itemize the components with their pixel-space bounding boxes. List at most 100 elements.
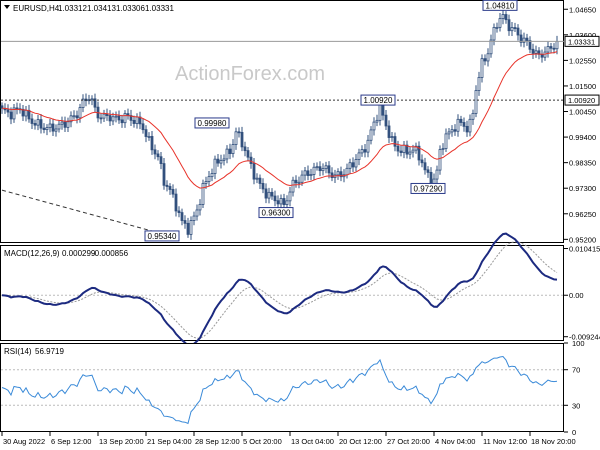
candle-body — [309, 174, 313, 176]
candle-body — [495, 26, 499, 29]
candle-body — [282, 198, 286, 205]
candle-body — [435, 169, 439, 180]
candle-body — [273, 195, 277, 202]
chart: EURUSD,H4 1.03312 1.03413 1.03306 1.0333… — [0, 0, 600, 446]
candle-body — [408, 151, 412, 155]
candle-body — [102, 113, 106, 119]
price-annotation: 1.00920 — [360, 94, 396, 106]
candle-body — [471, 112, 475, 120]
candle-body — [189, 220, 193, 235]
candle-body — [144, 129, 148, 137]
macd-panel: MACD(12,26,9) 0.000299 -0.000856 0.01041… — [0, 232, 600, 347]
candle-body — [39, 119, 43, 129]
candle-body — [366, 139, 370, 153]
candle-body — [492, 27, 496, 41]
price-annotation: 1.04810 — [482, 0, 518, 11]
candle-body — [42, 127, 46, 131]
candle-body — [243, 146, 247, 152]
candle-body — [9, 111, 13, 120]
candle-body — [234, 131, 238, 145]
candle-body — [318, 166, 322, 172]
candle-body — [315, 166, 319, 169]
rsi-tick-label: 100 — [572, 339, 585, 348]
candle-body — [117, 115, 121, 121]
x-tick-label: 18 Nov 20:00 — [531, 437, 576, 446]
candle-body — [513, 27, 517, 29]
candle-body — [198, 204, 202, 211]
candle-body — [90, 98, 94, 101]
candle-body — [261, 183, 265, 190]
candle-body — [462, 122, 466, 127]
candle-body — [381, 103, 385, 116]
candle-body — [135, 116, 139, 124]
candle-body — [48, 123, 52, 129]
macd-info-label: MACD(12,26,9) — [4, 249, 60, 258]
candle-body — [63, 121, 67, 128]
candle-body — [267, 191, 271, 199]
rsi-tick-label: 70 — [572, 366, 580, 375]
candle-body — [363, 149, 367, 153]
rsi-info-value: 56.9719 — [35, 347, 64, 356]
candle-body — [507, 19, 511, 32]
candle-body — [399, 150, 403, 153]
candle-body — [186, 222, 190, 235]
candle-body — [438, 149, 442, 171]
candle-body — [549, 46, 553, 49]
candle-body — [213, 158, 217, 174]
candle-body — [489, 39, 493, 55]
candle-body — [24, 109, 28, 117]
candle-body — [510, 27, 514, 32]
candle-body — [480, 58, 484, 78]
candle-body — [30, 118, 34, 124]
candle-body — [15, 107, 19, 110]
candle-body — [336, 171, 340, 176]
rsi-tick-label: 0 — [572, 428, 576, 437]
rsi-tick-label: 30 — [572, 401, 580, 410]
candle-body — [360, 149, 364, 154]
x-tick-label: 6 Sep 12:00 — [51, 437, 91, 446]
candle-body — [162, 163, 166, 186]
candle-body — [420, 159, 424, 164]
x-tick-label: 5 Oct 20:00 — [243, 437, 282, 446]
candle-body — [66, 121, 70, 128]
candle-body — [111, 116, 115, 122]
candle-body — [222, 158, 226, 161]
price-tick-label: 1.01500 — [569, 82, 596, 91]
macd-axis: 0.0104150.00-0.009244 — [564, 245, 600, 342]
candle-body — [288, 191, 292, 202]
price-annotation: 0.99980 — [194, 117, 230, 129]
candle-body — [372, 121, 376, 131]
macd-info-main: 0.000299 — [62, 249, 96, 258]
candle-body — [312, 166, 316, 175]
price-info-high: 1.03413 — [87, 4, 116, 13]
candle-body — [27, 109, 31, 120]
candle-body — [153, 149, 157, 155]
candle-body — [132, 119, 136, 124]
x-tick-label: 28 Sep 12:00 — [195, 437, 240, 446]
candle-body — [477, 77, 481, 91]
candle-body — [354, 159, 358, 168]
candle-body — [534, 50, 538, 54]
macd-tick-label: 0.00 — [569, 291, 584, 300]
candle-body — [51, 123, 55, 132]
candle-body — [201, 183, 205, 205]
price-panel: EURUSD,H4 1.03312 1.03413 1.03306 1.0333… — [0, 0, 600, 244]
candle-body — [525, 37, 529, 42]
price-annotation: 0.95340 — [144, 230, 180, 242]
candle-body — [216, 158, 220, 164]
candle-body — [297, 181, 301, 184]
price-tick-label: 0.96250 — [569, 210, 596, 219]
candle-body — [501, 14, 505, 19]
candle-body — [258, 177, 262, 184]
candle-body — [210, 173, 214, 178]
price-info-open: 1.03312 — [58, 4, 87, 13]
watermark: ActionForex.com — [175, 63, 325, 85]
candle-body — [228, 148, 232, 154]
candle-body — [192, 215, 196, 221]
candle-body — [264, 188, 268, 199]
candle-body — [369, 129, 373, 141]
candle-body — [177, 210, 181, 213]
price-annotation: 0.97290 — [410, 182, 446, 194]
price-tick-label: 0.99400 — [569, 133, 596, 142]
candle-body — [168, 186, 172, 190]
